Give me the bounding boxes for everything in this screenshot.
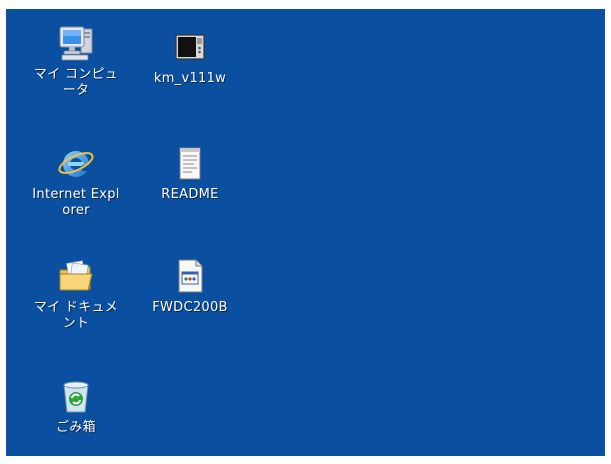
recycle-bin-icon bbox=[63, 381, 89, 413]
desktop-icon-my-documents[interactable]: マイ ドキュメント bbox=[28, 256, 124, 332]
text-document-icon bbox=[179, 147, 201, 180]
desktop-icon-fwdc200b[interactable]: FWDC200B bbox=[142, 256, 238, 316]
image-file-icon bbox=[178, 259, 203, 293]
desktop-icon-internet-explorer[interactable]: Internet Explorer bbox=[28, 143, 124, 219]
desktop-icon-label: マイ ドキュメント bbox=[33, 300, 119, 331]
desktop-icon-label: km_v111w bbox=[153, 71, 227, 86]
internet-explorer-icon bbox=[58, 151, 94, 177]
desktop-icon-my-computer[interactable]: マイ コンピュータ bbox=[28, 23, 124, 99]
my-documents-folder-icon bbox=[59, 260, 93, 291]
desktop: マイ コンピュータ km_v111w Internet Explorer REA… bbox=[6, 9, 605, 456]
desktop-icon-readme[interactable]: README bbox=[142, 143, 238, 203]
desktop-icon-label: マイ コンピュータ bbox=[33, 67, 119, 98]
desktop-icon-label: README bbox=[161, 187, 219, 202]
application-window-icon bbox=[175, 34, 205, 60]
desktop-icon-label: FWDC200B bbox=[152, 300, 228, 315]
desktop-icon-label: ごみ箱 bbox=[56, 420, 96, 435]
my-computer-icon bbox=[59, 26, 93, 61]
desktop-icon-label: Internet Explorer bbox=[32, 187, 120, 218]
desktop-icon-km-v111w[interactable]: km_v111w bbox=[142, 27, 238, 87]
desktop-icon-recycle-bin[interactable]: ごみ箱 bbox=[28, 376, 124, 436]
